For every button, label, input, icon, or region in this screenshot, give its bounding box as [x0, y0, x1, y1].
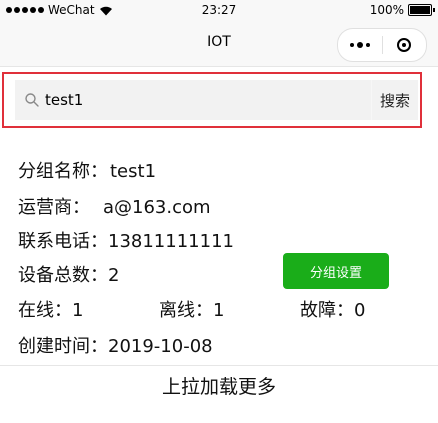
offline-value: 1 [213, 300, 225, 321]
group-name-label: 分组名称： [18, 161, 108, 182]
created-label: 创建时间： [18, 336, 108, 357]
created-row: 创建时间：2019-10-08 [18, 335, 213, 369]
search-bar: test1 搜索 [2, 72, 422, 128]
device-count-row: 设备总数：2 [18, 264, 119, 298]
group-name-value: test1 [110, 161, 157, 182]
status-bar: WeChat 23:27 100% [0, 0, 438, 22]
nav-bar: IOT [0, 22, 438, 67]
battery-icon [408, 4, 435, 16]
close-circle-icon [397, 38, 412, 52]
device-count-label: 设备总数： [18, 265, 108, 286]
fault-label: 故障： [300, 300, 354, 321]
fault-stat: 故障：0 [300, 299, 365, 323]
more-dots-icon [349, 42, 370, 48]
operator-row: 运营商： a@163.com [18, 196, 211, 230]
mini-program-capsule [337, 28, 427, 62]
search-input[interactable]: test1 [15, 80, 375, 120]
phone-row: 联系电话：13811111111 [18, 230, 234, 264]
created-value: 2019-10-08 [108, 336, 213, 357]
online-stat: 在线：1 [18, 300, 83, 321]
operator-label: 运营商： [18, 197, 90, 218]
phone-value: 13811111111 [108, 231, 234, 252]
operator-value: a@163.com [103, 197, 211, 218]
device-status-row: 在线：1 离线：1 故障：0 [18, 299, 418, 333]
battery-percent: 100% [369, 3, 404, 17]
group-settings-button[interactable]: 分组设置 [283, 253, 389, 289]
group-name-row: 分组名称： test1 [18, 160, 156, 194]
offline-stat: 离线：1 [159, 299, 224, 323]
close-button[interactable] [383, 29, 427, 61]
device-count-value: 2 [108, 265, 120, 286]
online-value: 1 [72, 300, 84, 321]
phone-label: 联系电话： [18, 231, 108, 252]
status-right: 100% [369, 3, 435, 17]
offline-label: 离线： [159, 300, 213, 321]
search-input-value: test1 [45, 91, 84, 109]
search-button[interactable]: 搜索 [371, 80, 418, 120]
online-label: 在线： [18, 300, 72, 321]
load-more-hint: 上拉加载更多 [161, 376, 276, 398]
search-icon [25, 93, 39, 107]
divider [0, 365, 438, 366]
more-button[interactable] [338, 29, 382, 61]
fault-value: 0 [354, 300, 366, 321]
